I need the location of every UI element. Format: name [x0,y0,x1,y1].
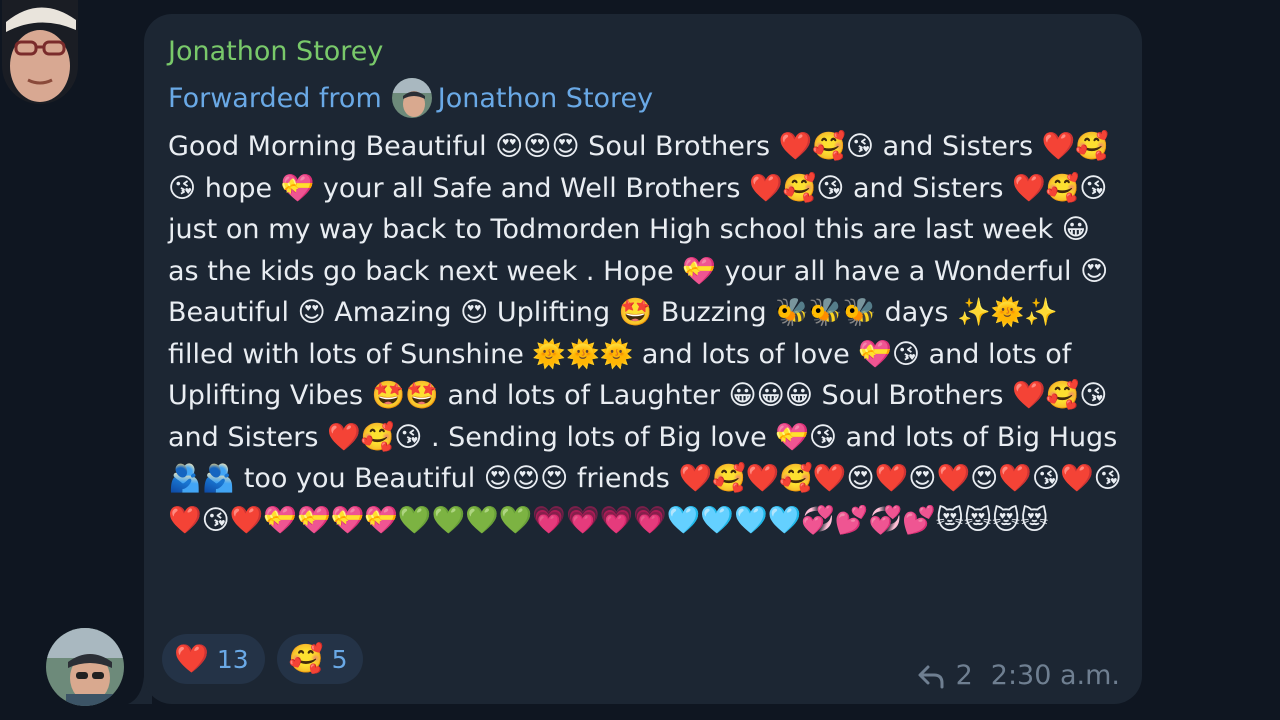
user-avatar-icon [391,78,432,118]
message-text: Good Morning Beautiful 😍😍😍 Soul Brothers… [168,131,1126,536]
reactions-bar: ❤️ 13 🥰 5 [162,634,364,684]
reaction-count: 5 [331,644,348,674]
message-time: 2:30 a.m. [990,660,1120,691]
user-avatar-icon [2,0,78,104]
reply-count[interactable]: 2 [956,660,973,691]
sender-name[interactable]: Jonathon Storey [168,36,383,67]
reply-arrow-icon[interactable] [916,663,946,689]
reaction-count: 13 [216,644,249,674]
user-avatar-icon [46,628,124,706]
forwarded-header[interactable]: Forwarded from Jonathon Storey [168,78,653,118]
forwarded-label: Forwarded from [168,82,382,114]
sender-avatar[interactable] [46,628,124,706]
message-bubble[interactable]: Jonathon Storey Forwarded from Jonathon … [144,14,1142,704]
reaction-heart[interactable]: ❤️ 13 [162,634,265,684]
forwarded-avatar [391,78,432,118]
heart-emoji-icon: ❤️ [174,642,209,675]
reaction-smiling-hearts[interactable]: 🥰 5 [276,634,364,684]
message-meta: 2 2:30 a.m. [916,660,1120,691]
sender-avatar-top[interactable] [2,0,78,104]
chat-view: Jonathon Storey Forwarded from Jonathon … [0,0,1280,720]
forwarded-from-name[interactable]: Jonathon Storey [438,83,653,114]
smiling-face-hearts-emoji-icon: 🥰 [288,642,324,675]
